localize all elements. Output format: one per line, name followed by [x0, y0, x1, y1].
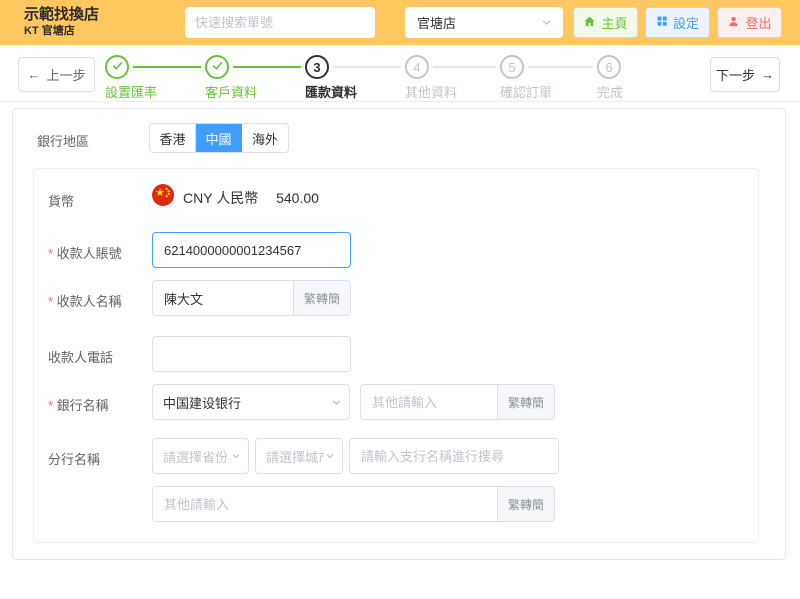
top-bar: 示範找換店 KT 官塘店 官塘店	[0, 0, 800, 45]
step-3-number: 3	[313, 60, 320, 75]
step-5-label: 確認訂單	[500, 82, 552, 101]
account-label: 收款人賬號	[48, 243, 122, 262]
step-1-label: 設置匯率	[105, 82, 157, 101]
step-1-circle	[105, 55, 129, 79]
settings-button[interactable]: 設定	[645, 7, 710, 38]
currency-code-name: CNY 人民幣	[183, 190, 258, 206]
step-line-4	[433, 66, 496, 68]
branch-other-input[interactable]	[153, 487, 497, 521]
branch-search-input[interactable]	[349, 438, 559, 474]
bank-name-convert-button[interactable]: 繁轉簡	[497, 385, 554, 419]
branch-province-select[interactable]: 請選擇省份	[152, 438, 249, 474]
step-line-5	[528, 66, 593, 68]
currency-amount: 540.00	[276, 190, 319, 206]
payee-name-convert-button[interactable]: 繁轉簡	[293, 281, 350, 315]
settings-button-label: 設定	[673, 13, 699, 32]
bank-region-tabs: 香港 中國 海外	[149, 123, 289, 153]
bank-name-other-group: 繁轉簡	[360, 384, 555, 420]
check-icon	[111, 59, 124, 75]
chevron-down-icon	[330, 396, 343, 409]
remittance-details-box: 貨幣 CNY 人民幣 540.00 收款人賬號 收款人名稱	[33, 168, 759, 543]
step-6-number: 6	[605, 60, 612, 75]
branch-other-convert-button[interactable]: 繁轉簡	[497, 487, 554, 521]
search-input[interactable]	[185, 7, 375, 38]
step-2-label: 客戶資料	[205, 82, 257, 101]
step-line-3	[333, 66, 401, 68]
step-6-circle: 6	[597, 55, 621, 79]
step-5-circle: 5	[500, 55, 524, 79]
branch-other-group: 繁轉簡	[152, 486, 555, 522]
arrow-left-icon: ←	[27, 67, 40, 82]
next-step-button[interactable]: 下一步 →	[710, 57, 780, 92]
chevron-down-icon	[540, 16, 553, 29]
branch-city-placeholder: 請選擇城市	[266, 447, 324, 466]
step-3-circle: 3	[305, 55, 329, 79]
step-2-circle	[205, 55, 229, 79]
check-icon	[211, 59, 224, 75]
bank-name-select-value: 中国建设银行	[163, 393, 330, 412]
chevron-down-icon	[324, 450, 336, 462]
branch-select-value: 官塘店	[417, 13, 540, 32]
payee-name-group: 繁轉簡	[152, 280, 351, 316]
logout-button-label: 登出	[745, 13, 771, 32]
chevron-down-icon	[230, 450, 242, 462]
remittance-form-card: 銀行地區 香港 中國 海外 貨幣 CNY 人民幣 540.00	[12, 108, 786, 560]
store-subtitle: KT 官塘店	[24, 24, 99, 39]
prev-step-label: 上一步	[46, 65, 85, 84]
payee-name-input[interactable]	[153, 281, 293, 315]
step-3-label: 匯款資料	[305, 82, 357, 101]
currency-label: 貨幣	[48, 191, 74, 210]
bank-region-label: 銀行地區	[37, 131, 89, 150]
currency-value: CNY 人民幣 540.00	[183, 188, 319, 208]
tab-overseas[interactable]: 海外	[242, 124, 288, 152]
phone-input[interactable]	[152, 336, 351, 372]
payee-name-label: 收款人名稱	[48, 291, 122, 310]
logout-button[interactable]: 登出	[717, 7, 782, 38]
step-4-label: 其他資料	[405, 82, 457, 101]
home-icon	[583, 15, 596, 31]
phone-label: 收款人電話	[48, 347, 113, 366]
branch-province-placeholder: 請選擇省份	[163, 447, 230, 466]
bank-name-select[interactable]: 中国建设银行	[152, 384, 350, 420]
account-input[interactable]	[152, 232, 351, 268]
bank-name-other-input[interactable]	[361, 385, 497, 419]
step-line-2	[233, 66, 301, 68]
tab-hongkong[interactable]: 香港	[150, 124, 196, 152]
step-4-number: 4	[413, 60, 420, 75]
step-4-circle: 4	[405, 55, 429, 79]
grid-icon	[656, 15, 668, 30]
step-5-number: 5	[508, 60, 515, 75]
store-identity: 示範找換店 KT 官塘店	[24, 5, 99, 39]
step-6-label: 完成	[597, 82, 623, 101]
bank-name-label: 銀行名稱	[48, 395, 109, 414]
step-line-1	[133, 66, 201, 68]
branch-label: 分行名稱	[48, 449, 100, 468]
prev-step-button[interactable]: ← 上一步	[18, 57, 95, 92]
store-title: 示範找換店	[24, 5, 99, 24]
arrow-right-icon: →	[761, 67, 774, 82]
china-flag-icon	[152, 184, 174, 206]
branch-city-select[interactable]: 請選擇城市	[255, 438, 343, 474]
next-step-label: 下一步	[716, 65, 755, 84]
page: 示範找換店 KT 官塘店 官塘店	[0, 0, 800, 599]
tab-china[interactable]: 中國	[196, 124, 242, 152]
order-search	[185, 7, 375, 38]
home-button-label: 主頁	[601, 13, 627, 32]
branch-select[interactable]: 官塘店	[405, 7, 563, 38]
user-icon	[727, 15, 740, 31]
home-button[interactable]: 主頁	[573, 7, 638, 38]
steps-bar: ← 上一步 設置匯率 客戶資料	[0, 45, 800, 102]
